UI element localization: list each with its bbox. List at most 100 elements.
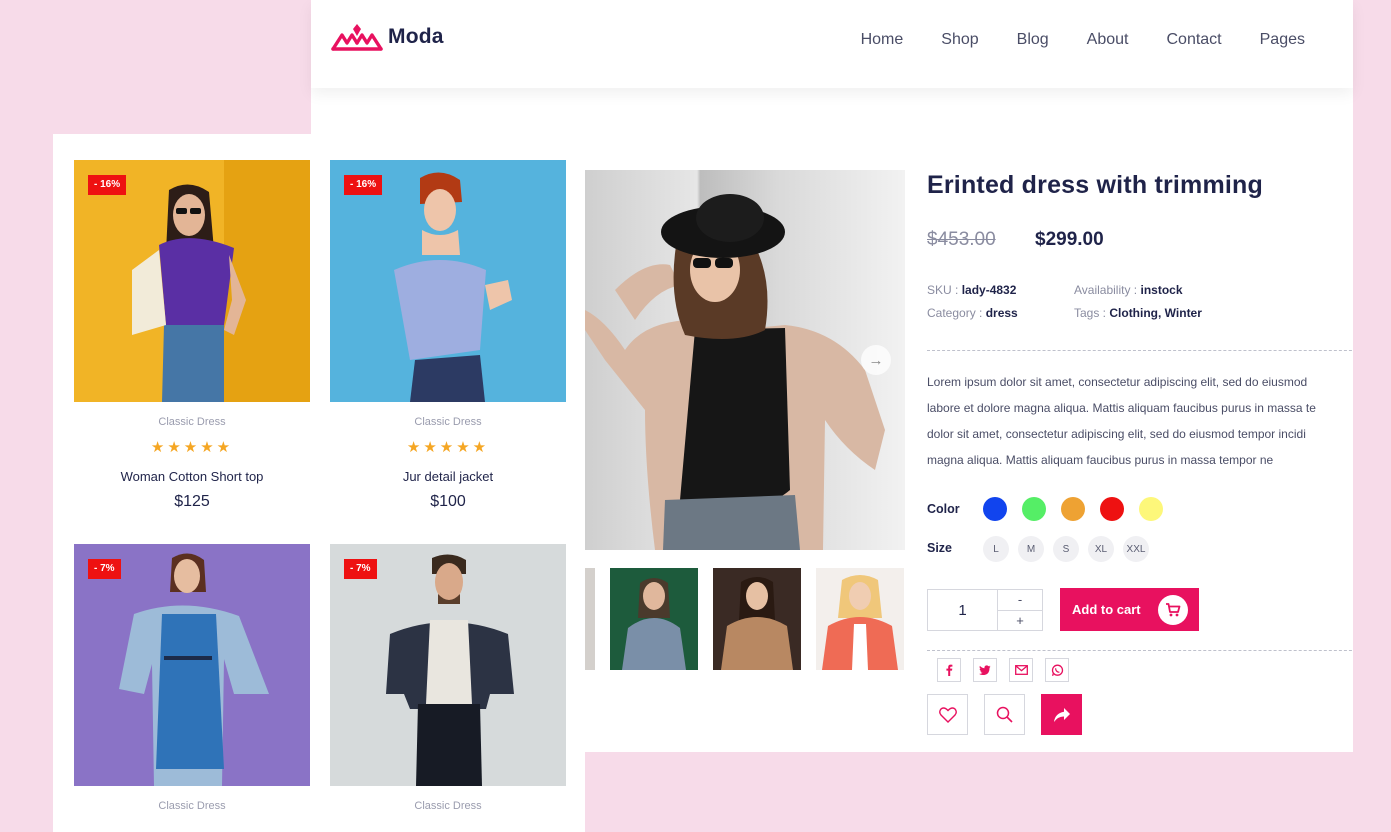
thumbnail-1-photo [622,578,686,670]
color-swatch-blue[interactable] [983,497,1007,521]
heart-icon [938,706,957,723]
category-row: Category : dress [927,306,1018,320]
product-price: $125 [174,493,210,510]
quantity-buttons: - + [998,590,1042,630]
product-main-image [585,170,905,550]
cart-icon [1158,595,1188,625]
divider [927,350,1353,351]
size-xl[interactable]: XL [1088,536,1114,562]
quantity-input[interactable] [928,590,998,630]
search-icon [996,706,1013,723]
share-icon [1053,707,1070,722]
wishlist-button[interactable] [927,694,968,735]
product-grid-panel: - 16% Classic Dress ★★★★★ Woman Cotton S… [53,134,585,832]
description-line: dolor sit amet, consectetur adipiscing e… [927,427,1306,441]
facebook-icon[interactable] [937,658,961,682]
logo-mark-icon [331,24,383,51]
rating-stars: ★★★★★ [150,439,234,456]
model-photo [585,194,885,550]
discount-badge: - 16% [344,175,383,195]
product-category: Classic Dress [414,800,482,812]
product-card-image[interactable]: - 16% [330,160,566,402]
color-swatch-red[interactable] [1100,497,1124,521]
product-card-photo [74,160,310,402]
sku-value: lady-4832 [961,283,1017,297]
product-card[interactable]: - 7% Classic Dress [74,544,310,812]
product-card-image[interactable]: - 7% [330,544,566,786]
product-card-photo [74,544,310,786]
product-card-photo [330,544,566,786]
thumbnail-2[interactable] [713,568,801,670]
product-category: Classic Dress [414,416,482,428]
color-swatch-green[interactable] [1022,497,1046,521]
availability-row: Availability : instock [1074,283,1183,297]
size-m[interactable]: M [1018,536,1044,562]
twitter-icon[interactable] [973,658,997,682]
add-to-cart-label: Add to cart [1072,602,1141,617]
logo[interactable]: Moda [331,22,444,52]
thumbnail-1[interactable] [610,568,698,670]
thumbnail-3-photo [822,575,898,670]
share-button[interactable] [1041,694,1082,735]
divider [927,650,1353,651]
product-card-image[interactable]: - 16% [74,160,310,402]
size-l[interactable]: L [983,536,1009,562]
thumbnail-strip [585,568,904,670]
discount-badge: - 16% [88,175,127,195]
category-label: Category : [927,306,983,320]
logo-text: Moda [388,25,444,48]
size-xxl[interactable]: XXL [1123,536,1149,562]
size-label: Size [927,541,953,555]
add-to-cart-button[interactable]: Add to cart [1060,588,1199,631]
thumbnail-2-photo [721,577,793,670]
product-category: Classic Dress [158,800,226,812]
color-swatches [983,497,1163,521]
thumbnail-partial[interactable] [585,568,595,670]
category-value[interactable]: dress [986,306,1018,320]
tags-row: Tags : Clothing, Winter [1074,306,1202,320]
product-category: Classic Dress [158,416,226,428]
color-label: Color [927,502,960,516]
quantity-increase-button[interactable]: + [998,611,1042,631]
size-options: L M S XL XXL [983,536,1149,562]
sku-label: SKU : [927,283,959,297]
product-card-photo [330,160,566,402]
rating-stars: ★★★★★ [406,439,490,456]
product-actions [927,694,1082,735]
description-line: magna aliqua. Mattis aliquam faucibus pu… [927,453,1274,467]
tags-value[interactable]: Clothing, Winter [1109,306,1202,320]
availability-label: Availability : [1074,283,1138,297]
color-swatch-orange[interactable] [1061,497,1085,521]
discount-badge: - 7% [344,559,377,579]
sale-price: $299.00 [1035,229,1104,250]
product-card-image[interactable]: - 7% [74,544,310,786]
product-card[interactable]: - 16% Classic Dress ★★★★★ Jur detail jac… [330,160,566,511]
product-price: $100 [430,493,466,510]
discount-badge: - 7% [88,559,121,579]
tags-label: Tags : [1074,306,1107,320]
sku-row: SKU : lady-4832 [927,283,1016,297]
old-price: $453.00 [927,229,996,250]
description-line: Lorem ipsum dolor sit amet, consectetur … [927,375,1308,389]
mail-icon[interactable] [1009,658,1033,682]
product-card[interactable]: - 7% Classic Dress [330,544,566,812]
product-card[interactable]: - 16% Classic Dress ★★★★★ Woman Cotton S… [74,160,310,511]
thumbnail-3[interactable] [816,568,904,670]
gallery-next-button[interactable]: → [861,345,891,375]
product-name[interactable]: Woman Cotton Short top [74,469,310,484]
nav-home[interactable]: Home [861,31,904,49]
quick-view-button[interactable] [984,694,1025,735]
color-swatch-yellow[interactable] [1139,497,1163,521]
arrow-right-icon: → [868,351,884,369]
social-share [937,658,1069,682]
availability-value: instock [1140,283,1183,297]
size-s[interactable]: S [1053,536,1079,562]
description-line: labore et dolore magna aliqua. Mattis al… [927,401,1316,415]
product-info: Erinted dress with trimming $453.00 $299… [927,0,1353,752]
quantity-decrease-button[interactable]: - [998,590,1042,611]
product-title: Erinted dress with trimming [927,171,1264,199]
product-name[interactable]: Jur detail jacket [330,469,566,484]
whatsapp-icon[interactable] [1045,658,1069,682]
quantity-stepper: - + [927,589,1043,631]
product-description: Lorem ipsum dolor sit amet, consectetur … [927,369,1353,473]
